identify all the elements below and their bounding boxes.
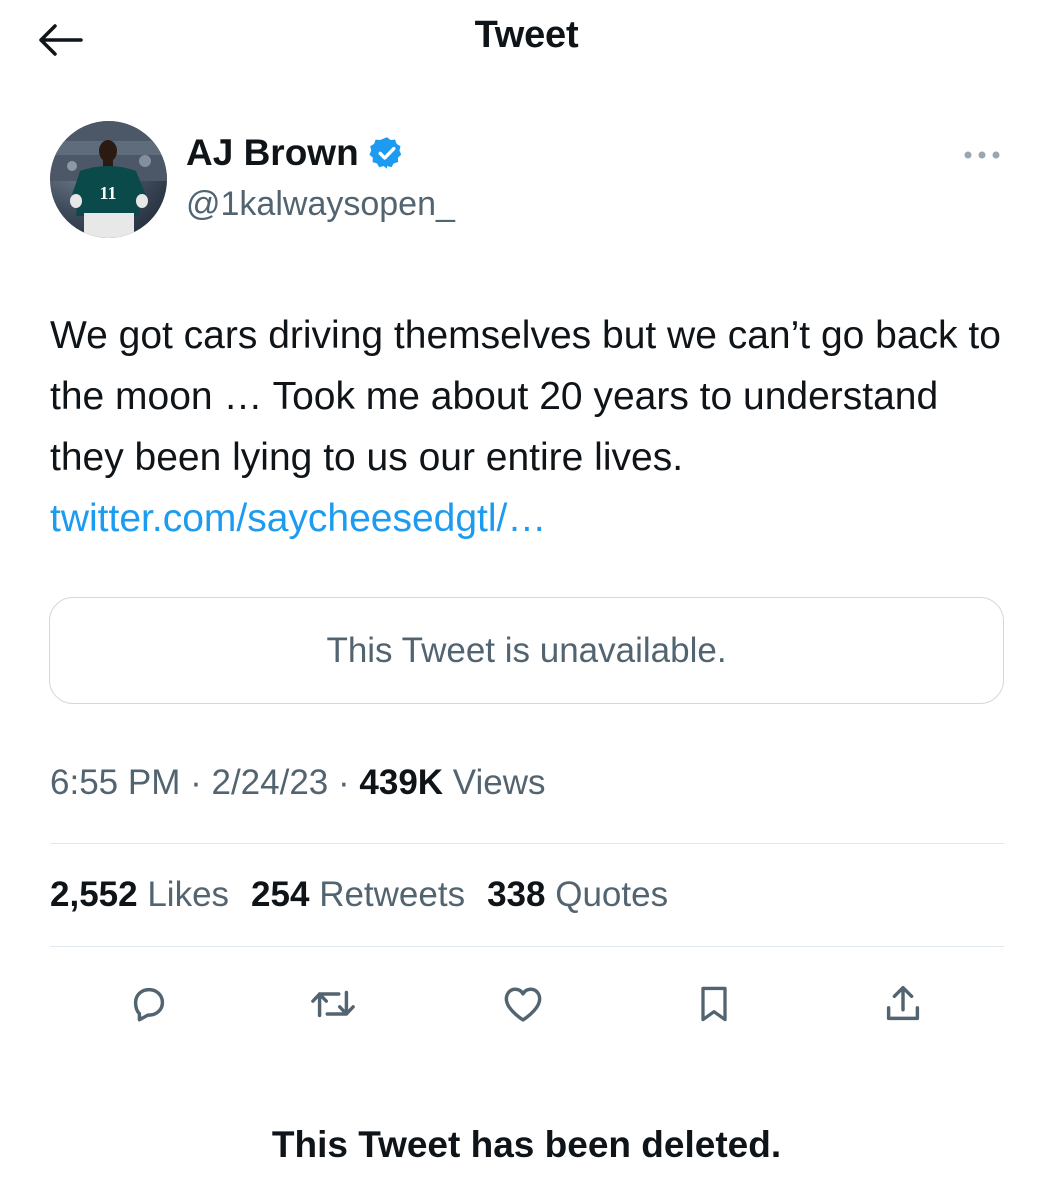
retweet-icon	[311, 990, 355, 1018]
retweets-count: 254	[251, 875, 310, 914]
tweet-meta: 6:55 PM · 2/24/23 · 439K Views	[50, 763, 546, 803]
svg-text:11: 11	[99, 183, 116, 203]
quoted-tweet-unavailable-text: This Tweet is unavailable.	[326, 630, 727, 670]
likes-stat[interactable]: 2,552 Likes	[50, 875, 229, 915]
avatar-photo: 11	[50, 121, 167, 238]
author-name[interactable]: AJ Brown	[186, 132, 359, 174]
quotes-label: Quotes	[555, 875, 669, 914]
likes-label: Likes	[147, 875, 230, 914]
verified-badge-icon	[369, 135, 405, 171]
share-icon	[886, 985, 920, 1021]
share-button[interactable]	[877, 980, 929, 1028]
reply-button[interactable]	[123, 980, 175, 1028]
retweets-label: Retweets	[319, 875, 466, 914]
reply-icon	[133, 987, 165, 1022]
author-name-row: AJ Brown	[186, 132, 405, 174]
retweet-button[interactable]	[307, 980, 359, 1028]
quotes-stat[interactable]: 338 Quotes	[487, 875, 668, 915]
heart-icon	[504, 987, 542, 1022]
more-horizontal-icon	[964, 151, 1000, 159]
retweets-stat[interactable]: 254 Retweets	[251, 875, 465, 915]
views-label: Views	[452, 763, 546, 802]
deleted-notice: This Tweet has been deleted.	[271, 1124, 782, 1165]
quotes-count: 338	[487, 875, 546, 914]
bookmark-button[interactable]	[688, 980, 740, 1028]
meta-separator: ·	[190, 763, 202, 802]
author-handle[interactable]: @1kalwaysopen_	[186, 185, 455, 224]
tweet-stats: 2,552 Likes 254 Retweets 338 Quotes	[50, 875, 668, 915]
likes-count: 2,552	[50, 875, 138, 914]
tweet-body: We got cars driving themselves but we ca…	[50, 305, 1020, 549]
more-options-button[interactable]	[960, 140, 1004, 170]
avatar[interactable]: 11	[50, 121, 167, 238]
tweet-page: Tweet 11 AJ Brown @1kalwaysopen_ We got …	[0, 0, 1053, 1200]
divider	[50, 843, 1004, 844]
divider	[50, 946, 1004, 947]
tweet-link[interactable]: twitter.com/saycheesedgtl/…	[50, 488, 1020, 549]
tweet-time[interactable]: 6:55 PM	[50, 763, 180, 802]
views-count: 439K	[359, 763, 444, 802]
bookmark-icon	[701, 986, 727, 1022]
like-button[interactable]	[497, 980, 549, 1028]
page-title: Tweet	[474, 14, 579, 56]
quoted-tweet-card: This Tweet is unavailable.	[49, 597, 1004, 704]
tweet-date[interactable]: 2/24/23	[211, 763, 328, 802]
meta-separator: ·	[338, 763, 350, 802]
tweet-text: We got cars driving themselves but we ca…	[50, 314, 1001, 479]
